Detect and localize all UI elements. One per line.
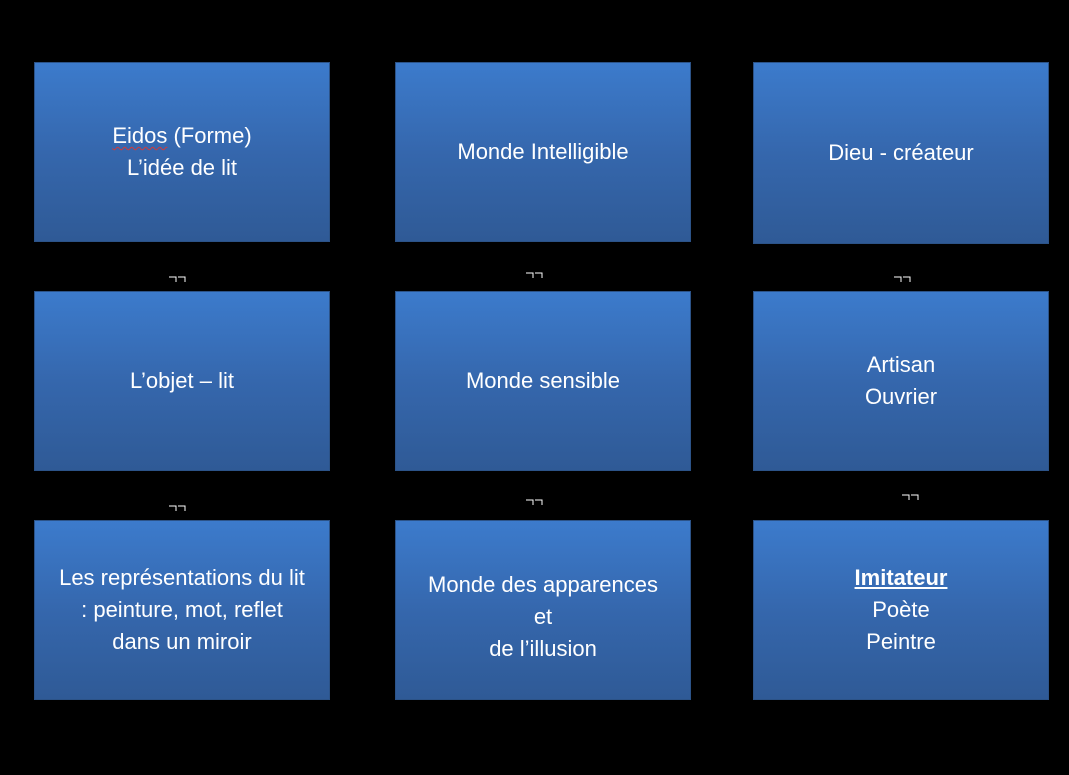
box-monde-intelligible: Monde Intelligible <box>395 62 691 242</box>
box-monde-apparences: Monde des apparences et de l’illusion <box>395 520 691 700</box>
representations-line1: Les représentations du lit <box>59 565 305 590</box>
connector-icon <box>169 505 186 511</box>
peintre-text: Peintre <box>866 629 936 654</box>
connector-icon <box>169 276 186 282</box>
objet-lit-text: L’objet – lit <box>130 368 234 393</box>
box-dieu-createur: Dieu - créateur <box>753 62 1049 244</box>
apparences-line1: Monde des apparences <box>428 572 658 597</box>
idee-de-lit-text: L’idée de lit <box>126 155 238 180</box>
connector-icon <box>902 494 919 500</box>
representations-line3: dans un miroir <box>112 629 252 654</box>
box-representations: Les représentations du lit : peinture, m… <box>34 520 330 700</box>
box-monde-sensible: Monde sensible <box>395 291 691 471</box>
monde-intelligible-text: Monde Intelligible <box>457 139 629 164</box>
box-artisan: Artisan Ouvrier <box>753 291 1049 471</box>
forme-text: (Forme) <box>167 123 252 148</box>
box-imitateur: Imitateur Poète Peintre <box>753 520 1049 700</box>
connector-icon <box>526 272 543 278</box>
apparences-line2: et <box>533 604 553 629</box>
connector-icon <box>526 499 543 505</box>
eidos-word: Eidos <box>112 123 168 148</box>
apparences-line3: de l’illusion <box>489 636 597 661</box>
monde-sensible-text: Monde sensible <box>465 368 621 393</box>
box-objet-lit: L’objet – lit <box>34 291 330 471</box>
poete-text: Poète <box>872 597 930 622</box>
box-eidos: Eidos (Forme) L’idée de lit <box>34 62 330 242</box>
dieu-createur-text: Dieu - créateur <box>828 140 974 165</box>
representations-line2: : peinture, mot, reflet <box>81 597 283 622</box>
ouvrier-text: Ouvrier <box>864 384 938 409</box>
connector-icon <box>894 276 911 282</box>
imitateur-text: Imitateur <box>854 565 948 590</box>
artisan-text: Artisan <box>866 352 936 377</box>
